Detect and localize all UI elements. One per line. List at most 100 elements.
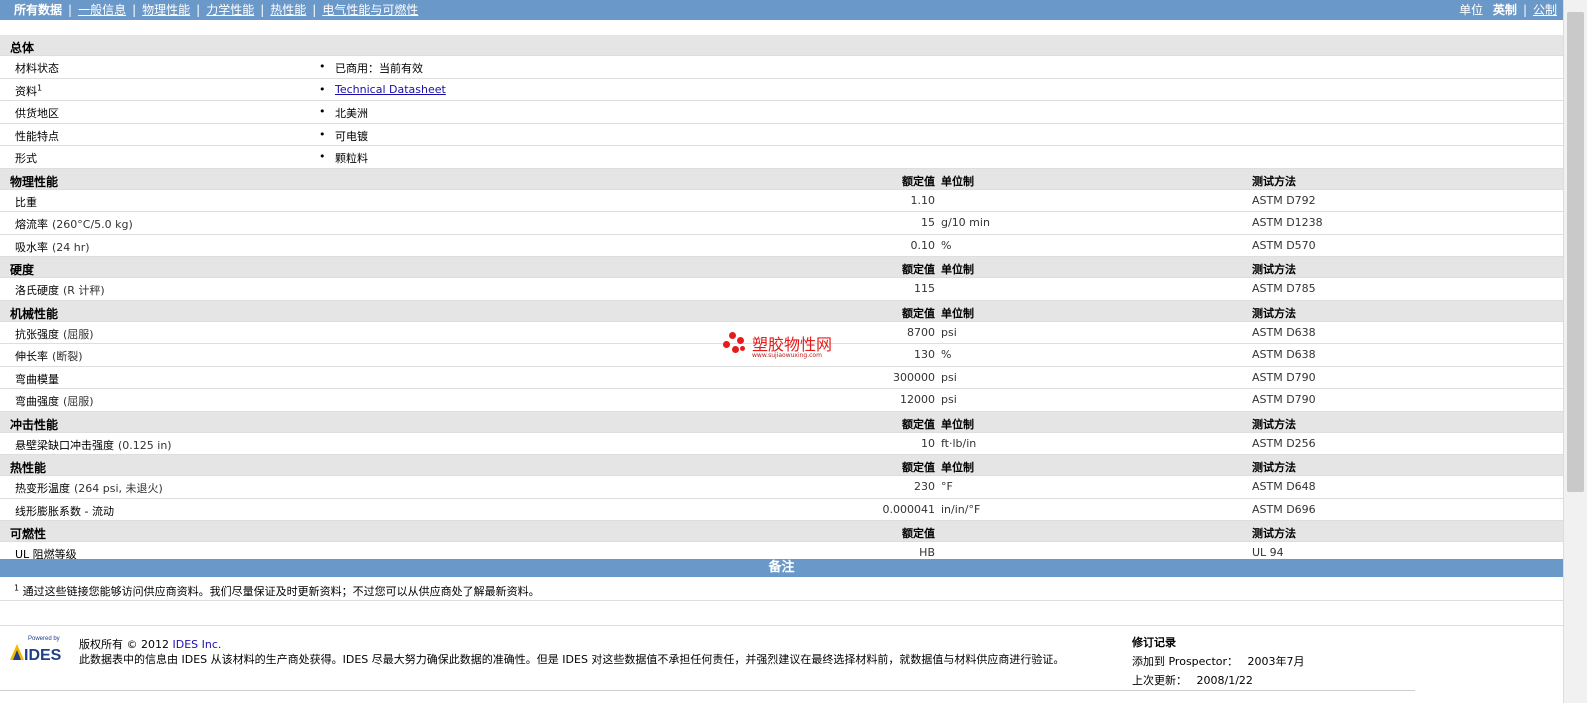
unit-switcher: 单位 英制 | 公制 <box>1459 3 1557 17</box>
property-name: 弯曲模量 <box>15 372 59 386</box>
column-header-unit: 单位制 <box>941 174 974 188</box>
general-row: 资料1 • Technical Datasheet <box>0 79 1563 101</box>
bullet-icon: • <box>319 150 326 163</box>
bullet-icon: • <box>319 82 326 96</box>
column-header-unit: 单位制 <box>941 461 974 474</box>
table-row: 弯曲模量 300000 psi ASTM D790 <box>0 367 1563 389</box>
ides-logo[interactable]: Powered by IDES <box>8 634 70 664</box>
revision-history: 修订记录 添加到 Prospector： 2003年7月 上次更新： 2008/… <box>1132 634 1305 691</box>
property-value: 300000 <box>893 370 935 384</box>
property-label: 比重 <box>15 194 37 210</box>
copyright-text: 版权所有 © 2012 <box>79 638 169 651</box>
property-unit: psi <box>941 325 957 339</box>
column-header-value: 额定值 <box>902 263 935 276</box>
watermark-url: www.sujiaowuxing.com <box>752 352 822 359</box>
property-name: 比重 <box>15 195 37 209</box>
footnote-sup: 1 <box>37 82 43 92</box>
property-value: 北美洲 <box>335 107 368 120</box>
datasheet-link[interactable]: Technical Datasheet <box>335 83 446 96</box>
datasheet-table: 总体 材料状态 • 已商用：当前有效 资料1 • Technical Datasheet 供… <box>0 35 1563 565</box>
property-unit: ft·lb/in <box>941 436 977 450</box>
property-name: 悬壁梁缺口冲击强度 <box>15 438 114 452</box>
property-condition: (断裂) <box>52 350 83 363</box>
property-label: 熔流率 (260°C/5.0 kg) <box>15 216 133 232</box>
property-label-text: 形式 <box>15 152 37 165</box>
units-label: 单位 <box>1459 3 1484 17</box>
tab-all-data[interactable]: 所有数据 <box>14 3 62 17</box>
tab-electrical[interactable]: 电气性能与可燃性 <box>322 3 418 17</box>
general-row: 供货地区 • 北美洲 <box>0 101 1563 124</box>
property-unit: psi <box>941 370 957 384</box>
property-unit: % <box>941 238 952 252</box>
property-value: 可电镀 <box>335 129 368 143</box>
property-value: Technical Datasheet <box>335 83 446 96</box>
property-label: 材料状态 <box>15 60 59 76</box>
column-header-value: 额定值 <box>902 174 935 188</box>
test-method: ASTM D638 <box>1252 325 1316 339</box>
property-name: 热变形温度 <box>15 482 70 495</box>
tab-general[interactable]: 一般信息 <box>78 3 126 17</box>
test-method: ASTM D648 <box>1252 480 1316 493</box>
company-link[interactable]: IDES Inc. <box>173 638 222 651</box>
property-unit: g/10 min <box>941 216 990 229</box>
property-value: 15 <box>921 216 935 229</box>
unit-english[interactable]: 英制 <box>1493 3 1517 17</box>
property-label-text: 性能特点 <box>15 129 59 143</box>
section-title: 可燃性 <box>10 527 47 541</box>
test-method: ASTM D790 <box>1252 393 1316 406</box>
property-name: 伸长率 <box>15 350 48 363</box>
property-condition: (屈服) <box>63 327 94 341</box>
revision-added: 添加到 Prospector： 2003年7月 <box>1132 655 1305 668</box>
section-title: 热性能 <box>10 461 47 475</box>
disclaimer: 此数据表中的信息由 IDES 从该材料的生产商处获得。IDES 尽最大努力确保此… <box>79 653 1065 666</box>
property-value: 130 <box>914 348 935 361</box>
tab-mechanical[interactable]: 力学性能 <box>206 3 254 17</box>
property-label: 抗张强度 (屈服) <box>15 326 94 342</box>
column-header-method: 测试方法 <box>1252 527 1296 540</box>
test-method: ASTM D256 <box>1252 436 1316 450</box>
property-value: 12000 <box>900 393 935 406</box>
copyright-line: 版权所有 © 2012 IDES Inc. <box>79 636 221 652</box>
section-header: 硬度 额定值 单位制 测试方法 <box>0 257 1563 278</box>
scrollbar-thumb[interactable] <box>1567 12 1584 492</box>
unit-metric[interactable]: 公制 <box>1533 3 1557 17</box>
property-name: 熔流率 <box>15 218 48 231</box>
test-method: ASTM D792 <box>1252 193 1316 207</box>
column-header-value: 额定值 <box>902 461 935 474</box>
test-method: UL 94 <box>1252 546 1284 559</box>
property-condition: (屈服) <box>63 395 94 408</box>
general-row: 性能特点 • 可电镀 <box>0 124 1563 146</box>
property-sections: 物理性能 额定值 单位制 测试方法 比重 1.10 ASTM D792 熔流率 (260°C/5… <box>0 168 1563 565</box>
section-header: 可燃性 额定值 测试方法 <box>0 521 1563 542</box>
property-label: 形式 <box>15 150 37 166</box>
tab-thermal[interactable]: 热性能 <box>270 3 306 17</box>
property-name: 线形膨胀系数 - 流动 <box>15 504 114 518</box>
divider <box>0 690 1415 691</box>
property-label: 线形膨胀系数 - 流动 <box>15 503 114 519</box>
note-body: 通过这些链接您能够访问供应商资料。我们尽量保证及时更新资料；不过您可以从供应商处… <box>22 585 540 598</box>
column-header-method: 测试方法 <box>1252 461 1296 474</box>
property-condition: (0.125 in) <box>118 438 172 452</box>
section-tabs: 所有数据 | 一般信息 | 物理性能 | 力学性能 | 热性能 | 电气性能与可燃性 <box>14 3 419 17</box>
property-condition: (R 计秤) <box>63 284 105 297</box>
column-header-unit: 单位制 <box>941 263 974 276</box>
vertical-scrollbar[interactable] <box>1563 0 1587 703</box>
general-rows: 材料状态 • 已商用：当前有效 资料1 • Technical Datasheet 供货地区… <box>0 56 1563 169</box>
column-header-unit: 单位制 <box>941 417 974 431</box>
section-header: 冲击性能 额定值 单位制 测试方法 <box>0 411 1563 433</box>
ides-logo-icon: Powered by IDES <box>10 636 62 664</box>
property-name: 弯曲强度 <box>15 395 59 408</box>
note-sup: 1 <box>14 583 20 593</box>
column-header-value: 额定值 <box>902 527 935 540</box>
logo-powered-by: Powered by <box>28 636 60 642</box>
property-label: 洛氏硬度 (R 计秤) <box>15 282 105 298</box>
tab-physical[interactable]: 物理性能 <box>142 3 190 17</box>
property-unit: in/in/°F <box>941 502 981 516</box>
table-row: 悬壁梁缺口冲击强度 (0.125 in) 10 ft·lb/in ASTM D256 <box>0 433 1563 455</box>
property-label: 弯曲模量 <box>15 371 59 387</box>
property-label: 吸水率 (24 hr) <box>15 239 90 255</box>
property-label: 弯曲强度 (屈服) <box>15 393 94 409</box>
column-header-unit: 单位制 <box>941 306 974 320</box>
column-header-method: 测试方法 <box>1252 417 1296 431</box>
test-method: ASTM D638 <box>1252 348 1316 361</box>
